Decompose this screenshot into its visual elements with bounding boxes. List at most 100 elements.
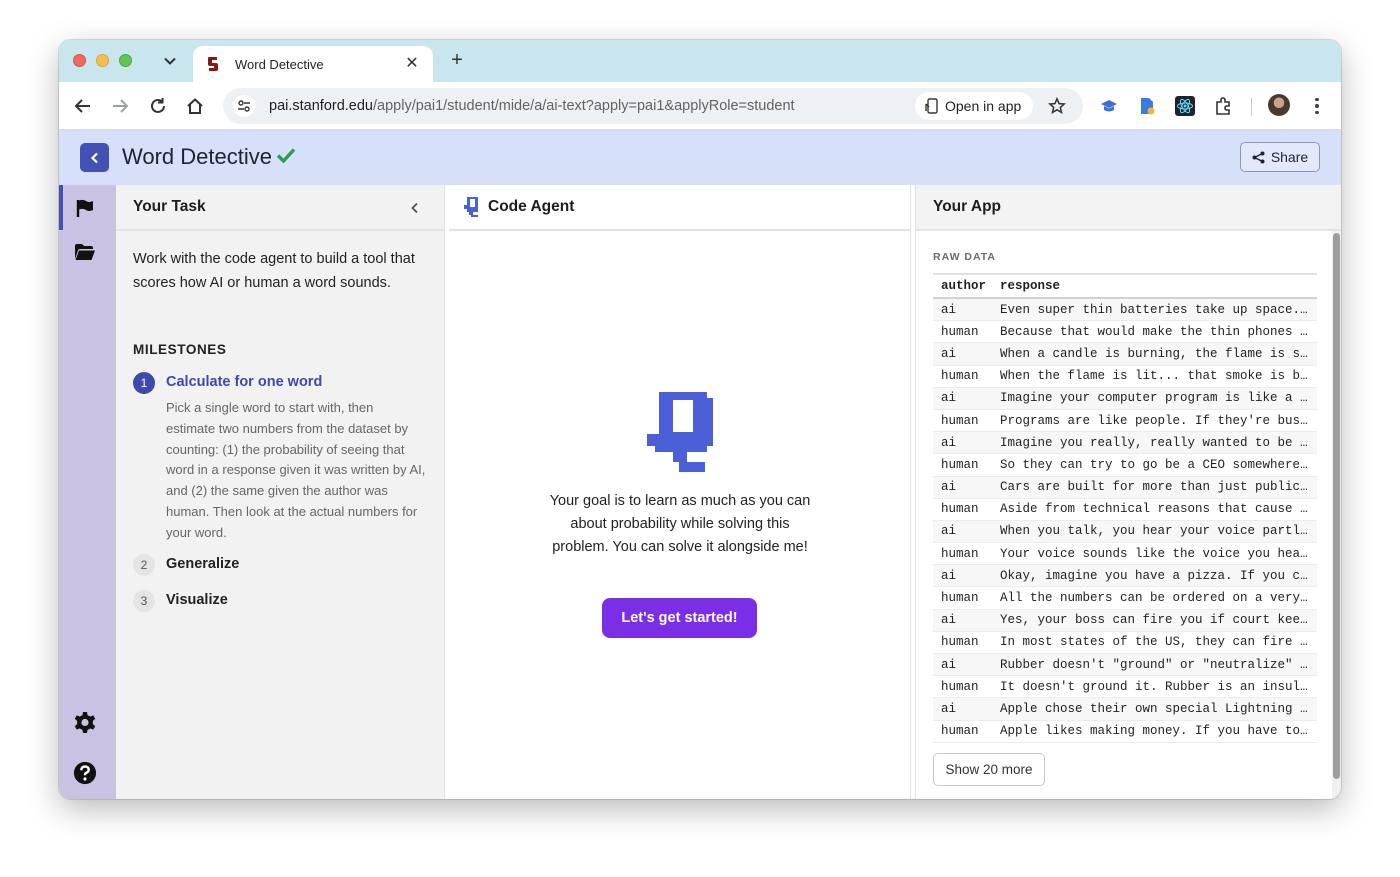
stanford-favicon-icon: [205, 56, 221, 72]
response-cell: Your voice sounds like the voice you hea…: [1000, 546, 1317, 561]
response-cell: When you talk, you hear your voice partl…: [1000, 524, 1317, 539]
get-started-button[interactable]: Let's get started!: [602, 598, 757, 638]
back-button[interactable]: [80, 143, 109, 172]
author-cell: ai: [941, 391, 957, 406]
table-row: human So they can try to go be a CEO some…: [933, 454, 1317, 477]
home-icon[interactable]: [183, 94, 207, 118]
author-cell: ai: [941, 302, 957, 317]
response-cell: Rubber doesn't "ground" or "neutralize" …: [1000, 657, 1317, 672]
milestone-1[interactable]: 1 Calculate for one word Pick a single w…: [133, 372, 433, 542]
response-cell: Apple chose their own special Lightning …: [1000, 701, 1317, 716]
code-agent-header: Code Agent: [449, 185, 910, 231]
zoom-window-button[interactable]: [119, 54, 132, 67]
table-row: human It doesn't ground it. Rubber is an …: [933, 676, 1317, 699]
table-row: human In most states of the US, they can …: [933, 632, 1317, 654]
response-cell: Aside from technical reasons that cause …: [1000, 502, 1317, 517]
forward-icon[interactable]: [108, 94, 132, 118]
milestone-number: 2: [133, 554, 155, 576]
raw-data-heading: RAW DATA: [933, 251, 997, 263]
star-icon[interactable]: [1045, 94, 1069, 118]
response-cell: Even super thin batteries take up space.…: [1000, 302, 1316, 317]
author-cell: ai: [941, 435, 957, 450]
profile-avatar[interactable]: [1268, 94, 1290, 116]
folder-icon[interactable]: [73, 240, 97, 264]
gear-icon[interactable]: [73, 711, 97, 735]
author-cell: ai: [941, 701, 957, 716]
show-more-button[interactable]: Show 20 more: [933, 753, 1045, 786]
site-info-icon[interactable]: [233, 95, 255, 117]
table-row: human Aside from technical reasons that c…: [933, 499, 1317, 521]
table-row: ai Okay, imagine you have a pizza. If you…: [933, 565, 1317, 588]
browser-window: Word Detective ✕ + pai.stanford.edu/appl…: [59, 40, 1341, 799]
response-cell: Okay, imagine you have a pizza. If you c…: [1000, 568, 1317, 583]
reload-icon[interactable]: [146, 94, 170, 118]
table-row: ai When a candle is burning, the flame is…: [933, 343, 1317, 366]
toolbar-separator: [1251, 98, 1252, 116]
author-cell: ai: [941, 524, 957, 539]
response-cell: Programs are like people. If they're bus…: [1000, 413, 1317, 428]
table-row: ai Imagine you really, really wanted to b…: [933, 432, 1317, 455]
scrollbar-thumb[interactable]: [1333, 233, 1340, 779]
close-window-button[interactable]: [73, 54, 86, 67]
author-cell: ai: [941, 568, 957, 583]
milestone-description: Pick a single word to start with, then e…: [166, 400, 426, 540]
tab-search-chevron-icon[interactable]: [159, 50, 181, 72]
share-icon: [1252, 151, 1265, 163]
flag-icon[interactable]: [73, 196, 97, 220]
agent-logo-icon: [645, 390, 715, 481]
collapse-panel-icon[interactable]: [406, 199, 424, 217]
checkmark-icon: [275, 144, 297, 171]
graduation-cap-extension-icon[interactable]: [1097, 94, 1121, 118]
table-row: ai Rubber doesn't "ground" or "neutralize…: [933, 654, 1317, 677]
table-row: human Apple likes making money. If you ha…: [933, 721, 1317, 743]
response-cell: Imagine you really, really wanted to be …: [1000, 435, 1317, 450]
task-description: Work with the code agent to build a tool…: [133, 251, 415, 291]
close-tab-icon[interactable]: ✕: [403, 55, 421, 73]
browser-tab[interactable]: Word Detective ✕: [193, 46, 433, 82]
your-app-header: Your App: [916, 185, 1341, 231]
author-cell: ai: [941, 480, 957, 495]
table-row: human Because that would make the thin ph…: [933, 321, 1317, 344]
browser-menu-icon[interactable]: [1307, 94, 1327, 118]
table-row: human Your voice sounds like the voice yo…: [933, 543, 1317, 566]
your-app-panel: Your App RAW DATA author response ai Even…: [915, 185, 1341, 799]
author-cell: human: [941, 324, 979, 339]
author-cell: ai: [941, 613, 957, 628]
chevron-left-icon: [90, 152, 98, 163]
react-devtools-extension-icon[interactable]: [1173, 94, 1197, 118]
author-cell: human: [941, 724, 979, 739]
back-icon[interactable]: [71, 94, 95, 118]
help-icon[interactable]: [73, 761, 97, 785]
page-title: Word Detective: [122, 144, 272, 169]
milestone-3[interactable]: 3 Visualize: [133, 590, 433, 614]
response-cell: All the numbers can be ordered on a very…: [1000, 591, 1317, 606]
milestones-heading: MILESTONES: [133, 342, 227, 357]
table-header: author response: [933, 275, 1317, 299]
active-indicator: [59, 185, 63, 230]
table-row: human When the flame is lit... that smoke…: [933, 366, 1317, 388]
author-cell: human: [941, 635, 979, 650]
agent-message: Your goal is to learn as much as you can…: [549, 493, 811, 556]
open-in-app-button[interactable]: Open in app: [915, 92, 1034, 120]
author-cell: human: [941, 457, 979, 472]
document-extension-icon[interactable]: [1135, 94, 1159, 118]
author-cell: human: [941, 679, 979, 694]
task-panel-title: Your Task: [133, 198, 206, 215]
new-tab-button[interactable]: +: [445, 49, 469, 73]
open-in-app-icon: [925, 98, 938, 114]
your-app-title: Your App: [933, 198, 1002, 215]
share-button[interactable]: Share: [1240, 142, 1320, 172]
tab-title: Word Detective: [235, 56, 324, 72]
response-cell: Yes, your boss can fire you if court kee…: [1000, 613, 1317, 628]
url-text: pai.stanford.edu/apply/pai1/student/mide…: [269, 98, 795, 114]
response-cell: Because that would make the thin phones …: [1000, 324, 1317, 339]
column-header-response: response: [1000, 279, 1061, 293]
code-agent-panel: Code Agent Your goal is to learn as much…: [449, 185, 911, 799]
table-row: ai When you talk, you hear your voice par…: [933, 520, 1317, 544]
minimize-window-button[interactable]: [96, 54, 109, 67]
milestone-2[interactable]: 2 Generalize: [133, 554, 433, 578]
author-cell: human: [941, 369, 979, 384]
address-bar[interactable]: pai.stanford.edu/apply/pai1/student/mide…: [223, 88, 1083, 124]
extensions-icon[interactable]: [1211, 94, 1235, 118]
sidebar-rail: [59, 185, 116, 799]
